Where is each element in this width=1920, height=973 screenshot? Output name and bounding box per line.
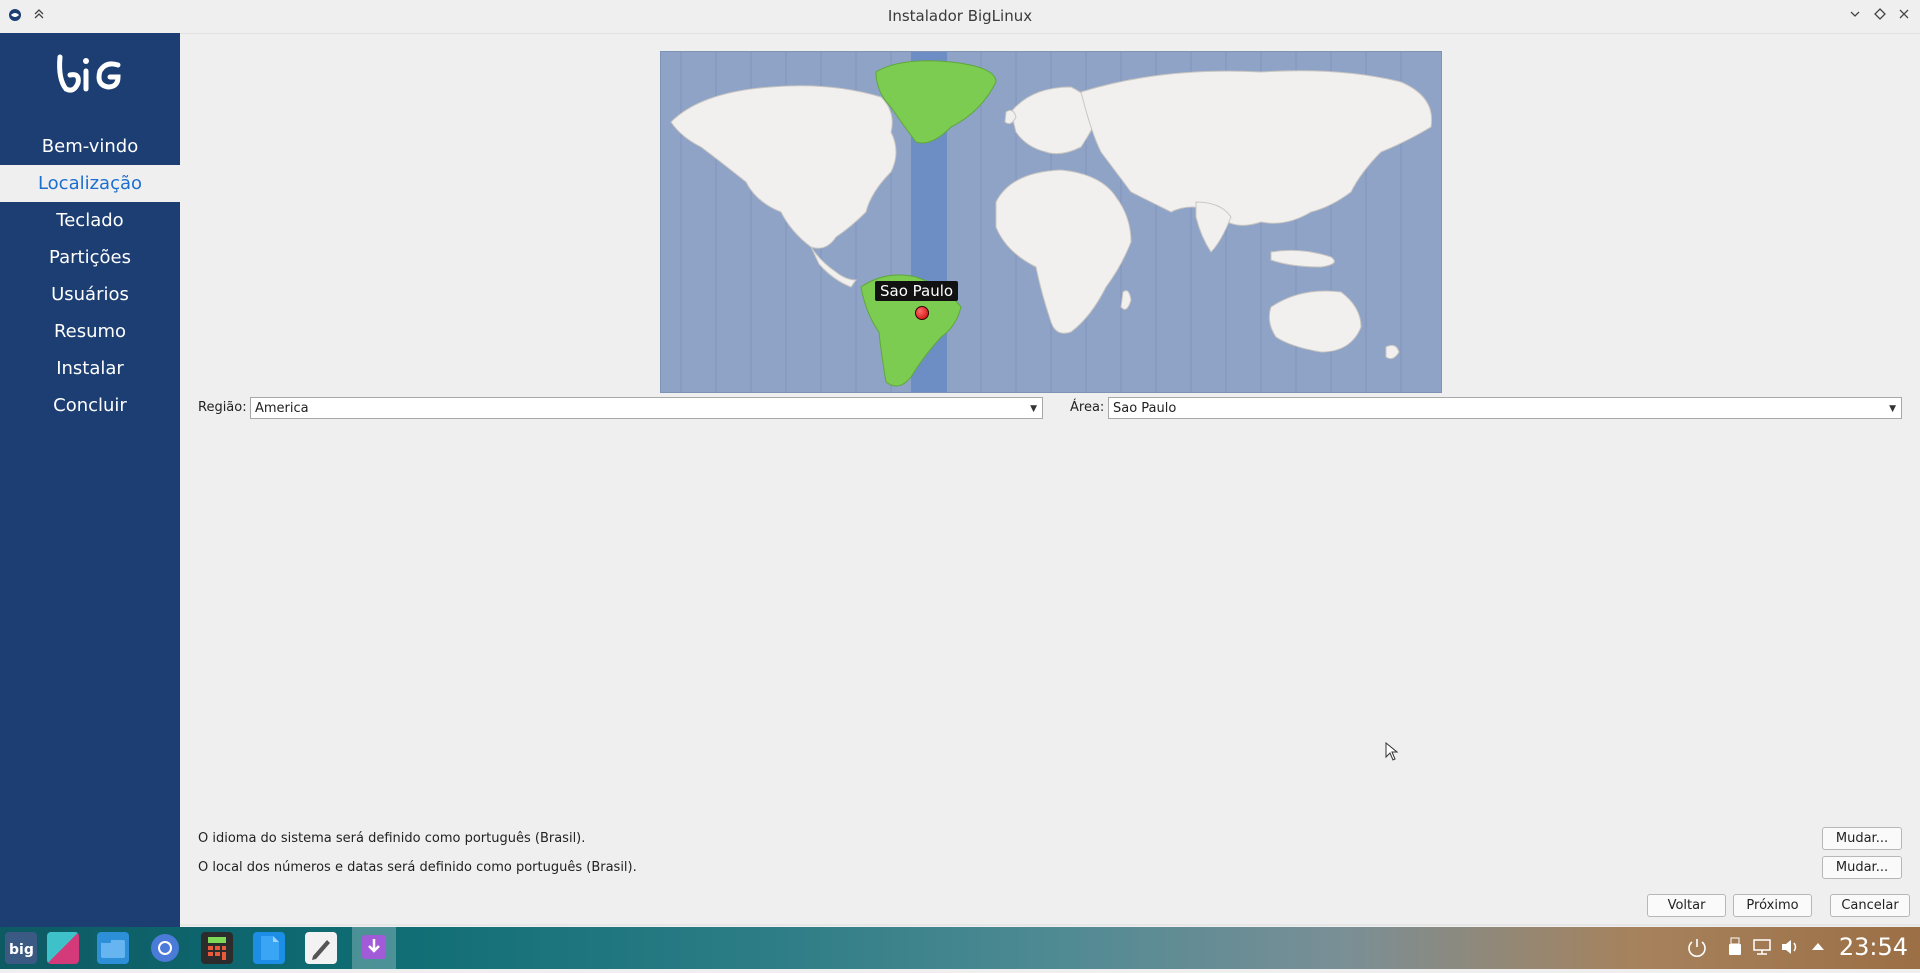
minimize-icon[interactable] — [1846, 8, 1864, 26]
clock[interactable]: 23:54 — [1839, 933, 1908, 961]
mouse-cursor-icon — [1385, 741, 1399, 766]
chevron-down-icon: ▼ — [1030, 404, 1037, 414]
volume-icon[interactable] — [1780, 937, 1800, 961]
formats-info-text: O local dos números e datas será definid… — [198, 860, 637, 875]
region-label: Região: — [198, 400, 247, 415]
sidebar-item-concluir: Concluir — [53, 395, 127, 416]
change-formats-button[interactable]: Mudar... — [1822, 856, 1902, 879]
back-button[interactable]: Voltar — [1647, 894, 1726, 917]
world-map-graphic — [661, 52, 1441, 392]
chevron-down-icon: ▼ — [1889, 404, 1896, 414]
area-select-value: Sao Paulo — [1113, 401, 1177, 416]
next-button[interactable]: Próximo — [1733, 894, 1812, 917]
area-label: Área: — [1070, 400, 1105, 415]
browser-icon[interactable] — [149, 932, 181, 964]
biglinux-logo — [52, 49, 128, 99]
sidebar-item-instalar: Instalar — [56, 358, 124, 379]
sidebar-item-resumo: Resumo — [53, 321, 127, 342]
expand-tray-icon[interactable] — [1810, 937, 1826, 961]
region-select[interactable]: America ▼ — [250, 397, 1043, 419]
file-manager-icon[interactable] — [97, 932, 129, 964]
change-language-button[interactable]: Mudar... — [1822, 827, 1902, 850]
divider — [180, 924, 1920, 926]
close-icon[interactable] — [1895, 8, 1913, 26]
window-title: Instalador BigLinux — [887, 7, 1033, 25]
calculator-icon[interactable] — [201, 932, 233, 964]
maximize-icon[interactable] — [1871, 8, 1889, 26]
sidebar-item-bem-vindo: Bem-vindo — [41, 136, 139, 157]
document-icon[interactable] — [253, 932, 285, 964]
selected-city-label: Sao Paulo — [875, 281, 959, 301]
title-bar: Instalador BigLinux — [0, 0, 1920, 34]
network-icon[interactable] — [1752, 937, 1772, 961]
sidebar: Bem-vindo Localização Teclado Partições … — [0, 33, 180, 927]
location-pin-icon[interactable] — [915, 306, 929, 320]
sidebar-item-particoes: Partições — [49, 247, 131, 268]
big-menu-icon[interactable]: big — [5, 932, 37, 964]
taskbar: big 23:54 — [0, 927, 1920, 969]
language-info-text: O idioma do sistema será definido como p… — [198, 831, 586, 846]
sidebar-item-teclado: Teclado — [56, 210, 124, 231]
installer-icon[interactable] — [352, 927, 396, 969]
timezone-map[interactable]: Sao Paulo — [660, 51, 1442, 393]
area-select[interactable]: Sao Paulo ▼ — [1108, 397, 1902, 419]
cancel-button[interactable]: Cancelar — [1830, 894, 1910, 917]
power-icon[interactable] — [1686, 937, 1708, 963]
sidebar-item-localizacao: Localização — [0, 165, 180, 202]
text-editor-icon[interactable] — [305, 932, 337, 964]
sidebar-item-usuarios: Usuários — [51, 284, 129, 305]
kdeconnect-icon[interactable] — [47, 932, 79, 964]
svg-text:big: big — [9, 942, 34, 958]
usb-icon[interactable] — [1728, 937, 1742, 961]
region-select-value: America — [255, 401, 309, 416]
